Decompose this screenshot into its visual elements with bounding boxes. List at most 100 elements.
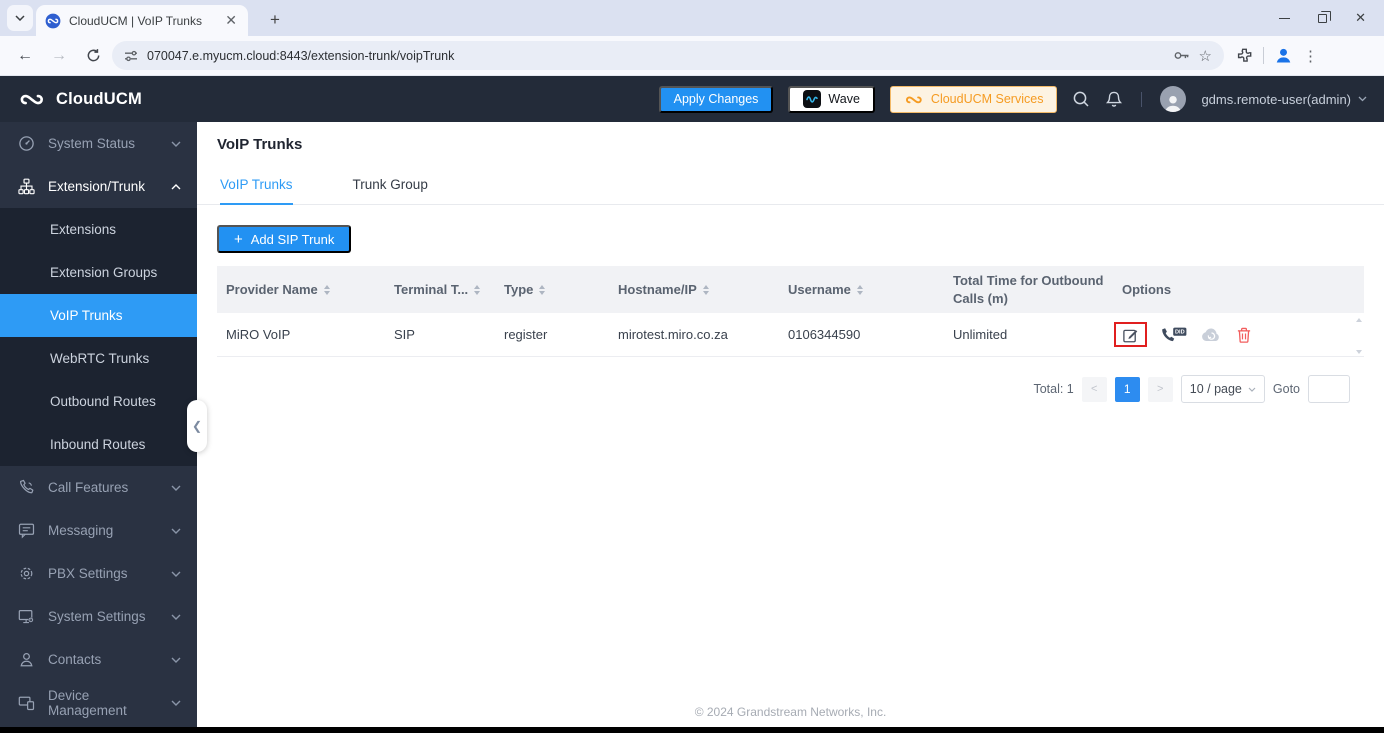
table-row[interactable]: MiRO VoIP SIP register mirotest.miro.co.…	[217, 313, 1364, 357]
column-label: Provider Name	[226, 282, 318, 297]
sort-icon[interactable]	[539, 284, 546, 295]
column-header-terminal-type[interactable]: Terminal T...	[394, 282, 504, 297]
brand-name: CloudUCM	[56, 89, 142, 108]
wave-button[interactable]: Wave	[788, 85, 875, 113]
tab-search-button[interactable]	[7, 5, 33, 31]
clouducm-services-button[interactable]: CloudUCM Services	[889, 85, 1058, 113]
url-text[interactable]: 070047.e.myucm.cloud:8443/extension-trun…	[147, 49, 1164, 63]
extensions-icon[interactable]	[1236, 47, 1253, 64]
browser-menu-icon[interactable]: ⋮	[1303, 47, 1318, 65]
column-label: Type	[504, 282, 534, 297]
add-sip-trunk-button[interactable]: + Add SIP Trunk	[217, 225, 352, 253]
sidebar-item-label: System Status	[48, 136, 136, 151]
sidebar-item-outbound-routes[interactable]: Outbound Routes	[0, 380, 197, 423]
sidebar-item-contacts[interactable]: Contacts	[0, 638, 197, 681]
services-button-label: CloudUCM Services	[930, 92, 1044, 106]
page-size-select[interactable]: 10 / page	[1180, 375, 1265, 403]
cell-terminal-type: SIP	[394, 327, 415, 342]
sidebar-item-extension-trunk[interactable]: Extension/Trunk	[0, 165, 197, 208]
window-minimize-button[interactable]	[1279, 17, 1291, 19]
chevron-down-icon	[171, 141, 181, 147]
delete-trash-icon[interactable]	[1236, 326, 1252, 344]
sort-icon[interactable]	[323, 284, 330, 295]
column-header-hostname-ip[interactable]: Hostname/IP	[618, 282, 788, 297]
apply-changes-button[interactable]: Apply Changes	[658, 85, 774, 113]
user-avatar[interactable]	[1160, 86, 1187, 112]
address-bar[interactable]: 070047.e.myucm.cloud:8443/extension-trun…	[112, 41, 1224, 70]
sidebar-item-extensions[interactable]: Extensions	[0, 208, 197, 251]
sidebar-item-device-management[interactable]: Device Management	[0, 681, 197, 724]
password-key-icon[interactable]	[1173, 48, 1190, 63]
search-icon[interactable]	[1072, 90, 1090, 108]
cell-options: DID	[1114, 322, 1364, 347]
browser-tab[interactable]: CloudUCM | VoIP Trunks ✕	[36, 5, 248, 36]
tab-title: CloudUCM | VoIP Trunks	[69, 13, 202, 28]
tab-trunk-group[interactable]: Trunk Group	[353, 177, 428, 204]
bookmark-star-icon[interactable]: ☆	[1199, 47, 1212, 65]
column-label: Username	[788, 282, 851, 297]
chevron-down-icon	[171, 700, 181, 706]
bottom-black-bar	[0, 727, 1384, 733]
column-header-username[interactable]: Username	[788, 282, 953, 297]
sidebar-item-call-features[interactable]: Call Features	[0, 466, 197, 509]
sidebar-item-voip-trunks[interactable]: VoIP Trunks	[0, 294, 197, 337]
user-menu[interactable]: gdms.remote-user(admin)	[1201, 92, 1367, 107]
clouducm-logo-icon	[17, 90, 47, 108]
sort-icon[interactable]	[856, 284, 863, 295]
window-close-button[interactable]: ✕	[1355, 10, 1366, 26]
forward-button[interactable]: →	[44, 41, 74, 71]
sidebar-item-system-settings[interactable]: System Settings	[0, 595, 197, 638]
sidebar-item-label: Messaging	[48, 523, 114, 538]
window-restore-button[interactable]	[1318, 10, 1332, 23]
notification-bell-icon[interactable]	[1105, 90, 1123, 109]
prev-page-button[interactable]: <	[1081, 376, 1107, 402]
profile-avatar-icon[interactable]	[1274, 46, 1293, 65]
sidebar-item-label: Outbound Routes	[50, 394, 156, 409]
sidebar-item-extension-groups[interactable]: Extension Groups	[0, 251, 197, 294]
column-header-type[interactable]: Type	[504, 282, 618, 297]
column-header-provider-name[interactable]: Provider Name	[226, 282, 394, 297]
sidebar-item-system-status[interactable]: System Status	[0, 122, 197, 165]
new-tab-button[interactable]: +	[262, 8, 288, 32]
site-settings-icon[interactable]	[124, 49, 138, 63]
sidebar-item-webrtc-trunks[interactable]: WebRTC Trunks	[0, 337, 197, 380]
chevron-down-icon	[1358, 96, 1367, 102]
sidebar-item-label: PBX Settings	[48, 566, 128, 581]
main-content: VoIP Trunks VoIP Trunks Trunk Group + Ad…	[197, 122, 1384, 727]
edit-icon[interactable]	[1122, 327, 1139, 344]
sidebar-collapse-handle[interactable]: ❮	[187, 400, 207, 452]
services-cloud-icon	[904, 93, 924, 106]
back-button[interactable]: ←	[10, 41, 40, 71]
tab-voip-trunks[interactable]: VoIP Trunks	[220, 177, 293, 205]
reload-button[interactable]	[78, 41, 108, 71]
sidebar-item-label: Extensions	[50, 222, 117, 237]
header-divider	[1141, 91, 1143, 107]
chevron-down-icon	[171, 657, 181, 663]
page-size-value: 10 / page	[1189, 382, 1242, 396]
cell-username: 0106344590	[788, 327, 861, 342]
current-page-button[interactable]: 1	[1114, 376, 1140, 402]
tab-close-icon[interactable]: ✕	[223, 12, 239, 29]
sidebar-item-label: Device Management	[48, 687, 127, 718]
cloud-sync-icon[interactable]	[1200, 326, 1223, 343]
window-controls: ✕	[1279, 10, 1384, 26]
sidebar-item-messaging[interactable]: Messaging	[0, 509, 197, 552]
sidebar-item-label: VoIP Trunks	[50, 308, 123, 323]
sidebar-item-pbx-settings[interactable]: PBX Settings	[0, 552, 197, 595]
chat-bubble-icon	[18, 523, 35, 539]
column-label: Options	[1122, 282, 1172, 297]
sidebar-item-label: System Settings	[48, 609, 146, 624]
table-scrollbar[interactable]	[1356, 318, 1362, 354]
chevron-down-icon	[171, 571, 181, 577]
sort-icon[interactable]	[474, 284, 481, 295]
sidebar-item-inbound-routes[interactable]: Inbound Routes	[0, 423, 197, 466]
sitemap-icon	[18, 178, 35, 195]
reload-icon	[87, 49, 99, 62]
next-page-button[interactable]: >	[1147, 376, 1173, 402]
goto-page-input[interactable]	[1308, 375, 1350, 403]
cell-type: register	[504, 327, 548, 342]
did-phone-icon[interactable]: DID	[1160, 326, 1187, 344]
sort-icon[interactable]	[702, 284, 709, 295]
app-header: CloudUCM Apply Changes Wave CloudUCM Ser…	[0, 76, 1384, 122]
monitor-gear-icon	[18, 610, 34, 624]
